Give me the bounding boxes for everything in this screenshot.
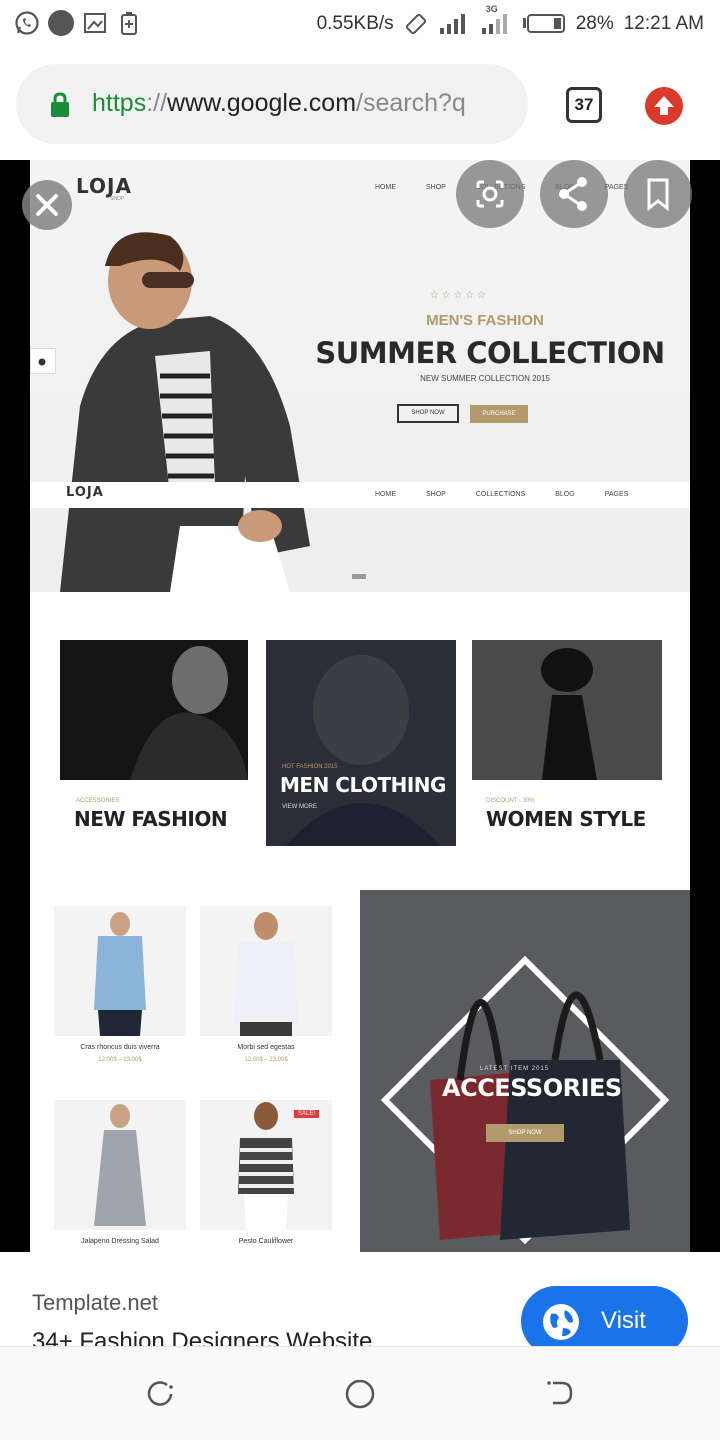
gear-icon xyxy=(38,358,46,366)
product-image xyxy=(54,906,186,1036)
sticky-nav: LOJA HOME SHOP COLLECTIONS BLOG PAGES xyxy=(30,482,690,508)
product-name: Jalapeno Dressing Salad xyxy=(81,1238,159,1245)
category-card-men-clothing: HOT FASHION 2015 MEN CLOTHING VIEW MORE xyxy=(266,638,456,848)
sticky-nav-home: HOME xyxy=(375,491,396,498)
category-eyebrow: DISCOUNT - 30% xyxy=(486,798,535,804)
sale-badge: SALE! xyxy=(294,1110,320,1118)
product-card: Jalapeno Dressing Salad xyxy=(54,1100,186,1245)
product-card: Morbi sed egestas 12.00$ – 23.00$ xyxy=(200,906,332,1063)
promo-shop-now-button: SHOP NOW xyxy=(486,1124,564,1142)
result-title[interactable]: 34+ Fashion Designers Website xyxy=(32,1328,372,1346)
product-price: 12.00$ – 23.00$ xyxy=(244,1057,288,1063)
back-icon[interactable] xyxy=(544,1378,574,1408)
status-bar: 0.55KB/s 3G 28% 12:21 AM xyxy=(0,0,720,50)
category-image-women-style xyxy=(472,640,662,780)
product-image xyxy=(200,906,332,1036)
clock: 12:21 AM xyxy=(623,13,704,34)
product-card: SALE! Pesto Cauliflower xyxy=(200,1100,332,1245)
product-name: Morbi sed egestas xyxy=(237,1044,295,1051)
promo-title: ACCESSORIES xyxy=(442,1074,622,1102)
hero-purchase-button: PURCHASE xyxy=(470,405,528,423)
preview-image[interactable]: LOJA SHOP HOME SHOP COLLECTIONS BLOG PAG… xyxy=(30,160,690,1252)
update-button[interactable] xyxy=(645,87,683,125)
product-image xyxy=(54,1100,186,1230)
hero-subtitle: NEW SUMMER COLLECTION 2015 xyxy=(420,374,550,383)
close-icon xyxy=(36,194,58,216)
battery-percent: 28% xyxy=(575,13,614,34)
address-bar[interactable]: https://www.google.com/search?q xyxy=(16,64,528,144)
lens-button[interactable] xyxy=(456,160,524,228)
lock-icon xyxy=(51,92,69,117)
logo: LOJA xyxy=(76,174,132,198)
category-title: MEN CLOTHING xyxy=(280,773,446,797)
category-eyebrow: ACCESSORIES xyxy=(76,798,120,804)
sticky-nav-pages: PAGES xyxy=(604,491,629,498)
image-viewer: LOJA SHOP HOME SHOP COLLECTIONS BLOG PAG… xyxy=(0,160,720,1252)
sticky-nav-collections: COLLECTIONS xyxy=(475,491,526,498)
battery-icon xyxy=(522,14,565,33)
signal-3g-icon: 3G xyxy=(480,4,512,36)
whatsapp-icon xyxy=(15,11,39,35)
recent-apps-icon[interactable] xyxy=(146,1378,176,1408)
save-button[interactable] xyxy=(624,160,692,228)
share-icon xyxy=(559,177,587,211)
nav-shop: SHOP xyxy=(426,184,446,191)
product-card: Cras rhoncus duis viverra 12.00$ – 23.00… xyxy=(54,906,186,1063)
category-image-new-fashion xyxy=(60,640,248,780)
globe-icon xyxy=(543,1304,579,1340)
hero-title: SUMMER COLLECTION xyxy=(315,336,665,370)
screenshot-icon xyxy=(84,13,106,33)
rotate-lock-icon xyxy=(405,13,426,35)
category-title: WOMEN STYLE xyxy=(486,807,646,831)
product-image: SALE! xyxy=(200,1100,332,1230)
category-image-men-clothing xyxy=(266,640,456,846)
visit-label: Visit xyxy=(601,1307,646,1334)
tabs-button[interactable]: 37 xyxy=(566,87,602,123)
model-man-image xyxy=(60,232,310,592)
arrow-up-icon xyxy=(654,96,674,115)
site-name: Template.net xyxy=(32,1290,158,1315)
product-price: 12.00$ – 23.00$ xyxy=(98,1057,142,1063)
svg-text:☆ ☆ ☆ ☆ ☆: ☆ ☆ ☆ ☆ ☆ xyxy=(430,290,486,301)
battery-saver-icon xyxy=(121,12,137,35)
net-speed: 0.55KB/s xyxy=(316,13,394,34)
close-button[interactable] xyxy=(22,180,72,230)
category-card-women-style: DISCOUNT - 30% WOMEN STYLE xyxy=(470,638,664,848)
share-button[interactable] xyxy=(540,160,608,228)
result-card[interactable]: Template.net 34+ Fashion Designers Websi… xyxy=(0,1252,720,1356)
slider-dots xyxy=(352,574,366,579)
stars-ornament: ☆ ☆ ☆ ☆ ☆ xyxy=(430,290,486,301)
google-lens-icon xyxy=(476,180,504,208)
settings-tab xyxy=(30,348,56,374)
nav-home: HOME xyxy=(375,184,396,191)
home-icon[interactable] xyxy=(344,1378,376,1410)
category-card-new-fashion: ACCESSORIES NEW FASHION xyxy=(58,638,250,848)
category-title: NEW FASHION xyxy=(74,807,228,831)
signal-icon xyxy=(439,14,465,34)
avatar-icon xyxy=(48,10,74,36)
hero-eyebrow: MEN'S FASHION xyxy=(426,312,544,329)
url-text[interactable]: https://www.google.com/search?q xyxy=(92,89,522,118)
product-name: Cras rhoncus duis viverra xyxy=(80,1044,160,1051)
category-eyebrow: HOT FASHION 2015 xyxy=(282,764,338,770)
category-link: VIEW MORE xyxy=(282,804,318,810)
system-nav-bar xyxy=(0,1346,720,1440)
bookmark-icon xyxy=(647,178,669,212)
sticky-nav-shop: SHOP xyxy=(426,491,446,498)
sticky-logo: LOJA xyxy=(66,485,104,500)
logo-sub: SHOP xyxy=(110,196,125,202)
promo-eyebrow: LATEST ITEM 2015 xyxy=(480,1066,550,1072)
accessories-promo: LATEST ITEM 2015 ACCESSORIES SHOP NOW xyxy=(360,890,690,1252)
hero-shop-now-button: SHOP NOW xyxy=(397,404,459,423)
sticky-nav-blog: BLOG xyxy=(555,491,575,498)
product-name: Pesto Cauliflower xyxy=(238,1238,294,1245)
